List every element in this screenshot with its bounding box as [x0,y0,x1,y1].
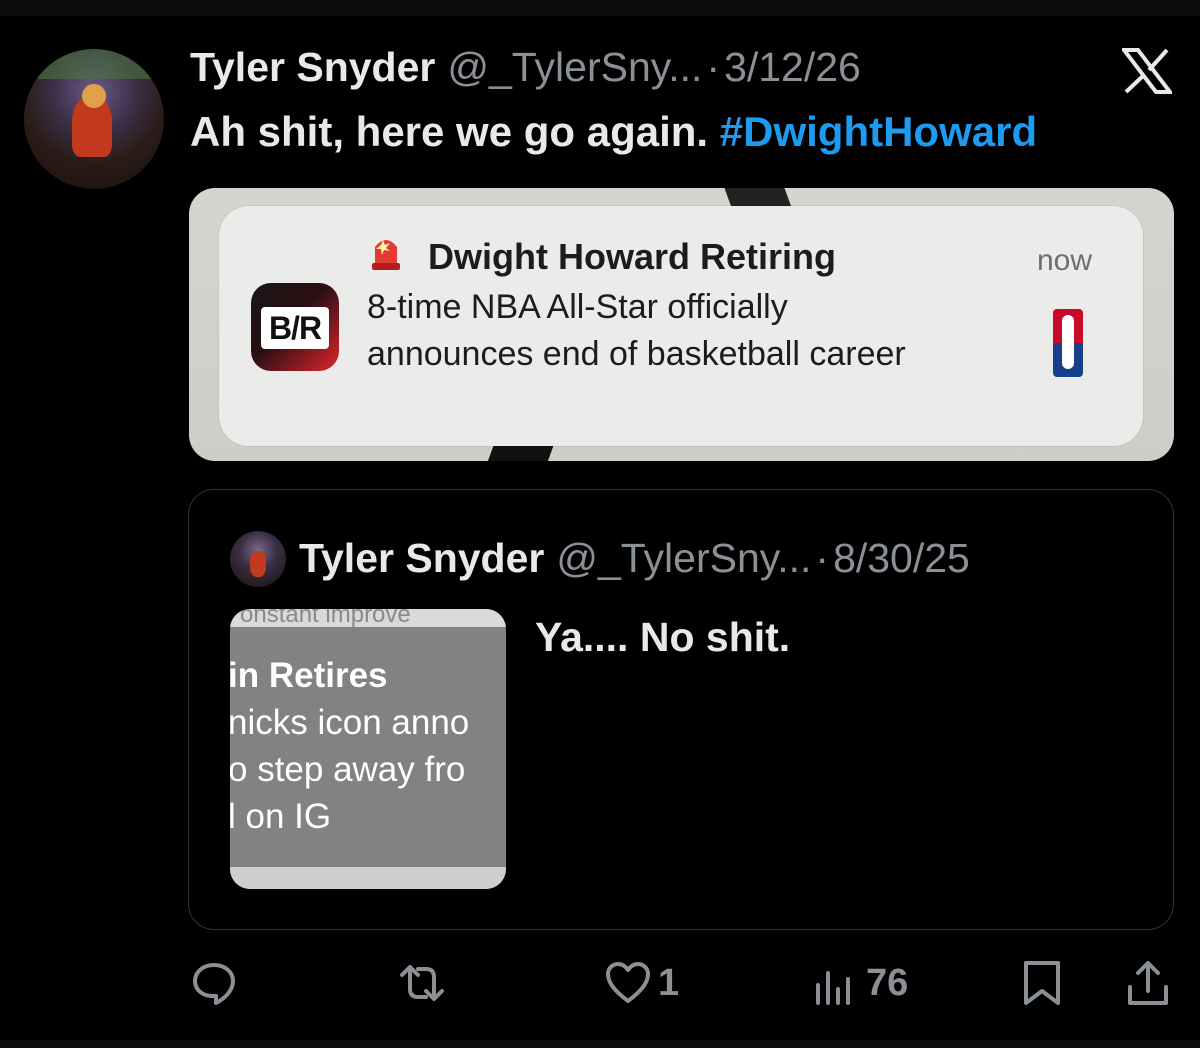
notification-time: now [1037,244,1093,277]
bottom-divider [0,1040,1200,1048]
tweet-body: Ah shit, here we go again. [190,108,720,155]
quoted-tweet-date[interactable]: 8/30/25 [833,535,970,582]
notification-title: Dwight Howard Retiring [428,236,836,277]
quoted-tweet-header: Tyler Snyder @_TylerSny... · 8/30/25 [299,535,970,582]
app-logo-text: B/R [261,307,329,349]
heart-icon [606,962,650,1003]
x-logo-icon[interactable] [1122,48,1172,94]
share-icon [1128,961,1168,1005]
retweet-icon [400,965,444,1001]
nba-logo-silhouette [1062,315,1074,369]
share-button[interactable] [1124,955,1172,1011]
siren-icon [372,240,400,270]
quoted-author-handle[interactable]: @_TylerSny... [556,535,811,582]
thumbnail-strip-text: onstant improve [240,609,411,628]
thumbnail-line: nicks icon anno [230,703,470,742]
retweet-button[interactable] [398,955,446,1011]
views-button[interactable]: 76 [812,955,908,1011]
quoted-media-thumbnail[interactable]: onstant improve in Retires nicks icon an… [230,609,506,889]
thumbnail-title: in Retires [230,656,388,695]
thumbnail-line: l on IG [230,797,332,836]
avatar-stadium-field [24,49,164,79]
bookmark-button[interactable] [1018,955,1066,1011]
thumbnail-bottom-strip [230,867,506,889]
quoted-tweet-card[interactable]: Tyler Snyder @_TylerSny... · 8/30/25 ons… [188,489,1174,930]
nba-logo-icon [1053,309,1083,377]
views-icon [816,971,850,1005]
author-name[interactable]: Tyler Snyder [190,44,435,91]
reply-icon [193,963,235,1005]
quoted-avatar-figure [250,551,266,577]
push-notification-card: B/R Dwight Howard Retiring 8-time NBA Al… [219,206,1143,446]
quoted-avatar[interactable] [230,531,286,587]
like-button[interactable]: 1 [604,955,679,1011]
tweet-header: Tyler Snyder @_TylerSny... · 3/12/26 [190,44,861,94]
tweet-action-bar: 1 76 [0,955,1200,1015]
like-count: 1 [658,961,680,1004]
quoted-author-name[interactable]: Tyler Snyder [299,535,544,582]
hashtag-link[interactable]: #DwightHoward [720,108,1037,155]
author-handle[interactable]: @_TylerSny... [447,44,702,91]
notification-body: 8-time NBA All-Star officially announces… [367,288,906,373]
bookmark-icon [1024,961,1060,1005]
avatar-figure-head [82,84,106,108]
thumbnail-top-strip: onstant improve [230,609,506,628]
quoted-tweet-text: Ya.... No shit. [535,614,791,660]
reply-button[interactable] [190,955,238,1011]
separator-dot: · [706,44,721,90]
avatar[interactable] [24,49,164,189]
view-count: 76 [866,961,909,1004]
top-divider [0,0,1200,16]
bleacher-report-app-icon: B/R [251,283,339,371]
tweet-text: Ah shit, here we go again. #DwightHoward [190,108,1037,156]
tweet-media-image[interactable]: B/R Dwight Howard Retiring 8-time NBA Al… [189,188,1174,461]
quoted-separator-dot: · [815,535,830,581]
tweet-date[interactable]: 3/12/26 [724,44,861,91]
thumbnail-line: o step away fro [230,750,466,789]
